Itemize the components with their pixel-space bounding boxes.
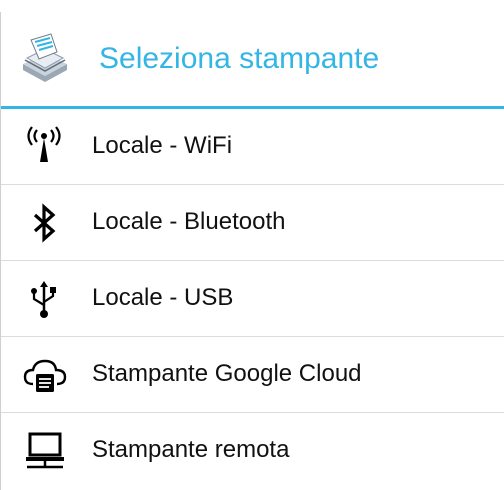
list-item-remote[interactable]: Stampante remota — [1, 413, 504, 489]
wifi-antenna-icon — [23, 126, 67, 168]
cloud-printer-icon — [23, 354, 67, 396]
printer-type-list: Locale - WiFi Locale - Bluetooth Locale … — [1, 109, 504, 489]
list-item-bluetooth[interactable]: Locale - Bluetooth — [1, 185, 504, 261]
bluetooth-icon — [23, 202, 67, 244]
list-item-label: Locale - Bluetooth — [92, 208, 286, 235]
list-item-label: Locale - WiFi — [92, 132, 233, 159]
printer-app-icon — [17, 30, 73, 86]
list-item-google-cloud[interactable]: Stampante Google Cloud — [1, 337, 504, 413]
select-printer-dialog: Seleziona stampante Locale - WiFi Locale… — [0, 12, 504, 490]
remote-computer-icon — [23, 430, 67, 472]
list-item-usb[interactable]: Locale - USB — [1, 261, 504, 337]
dialog-header: Seleziona stampante — [1, 12, 504, 107]
list-item-label: Stampante remota — [92, 436, 290, 463]
dialog-title: Seleziona stampante — [99, 42, 380, 75]
list-item-label: Locale - USB — [92, 284, 234, 311]
list-item-wifi[interactable]: Locale - WiFi — [1, 109, 504, 185]
list-item-label: Stampante Google Cloud — [92, 360, 362, 387]
usb-icon — [23, 278, 67, 320]
